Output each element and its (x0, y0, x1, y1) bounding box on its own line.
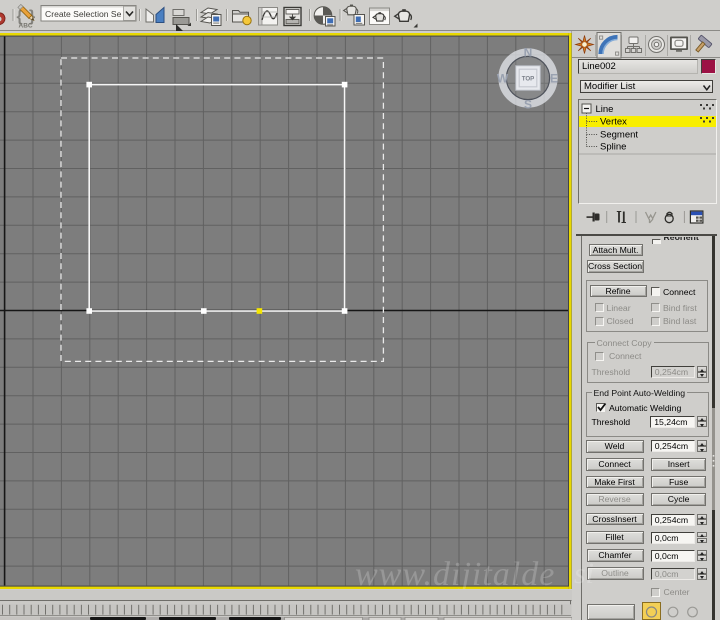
svg-text:Segment: Segment (600, 130, 638, 141)
svg-text:Spline: Spline (600, 142, 626, 153)
svg-text:Line: Line (595, 104, 613, 115)
svg-text:Vertex: Vertex (600, 117, 627, 128)
